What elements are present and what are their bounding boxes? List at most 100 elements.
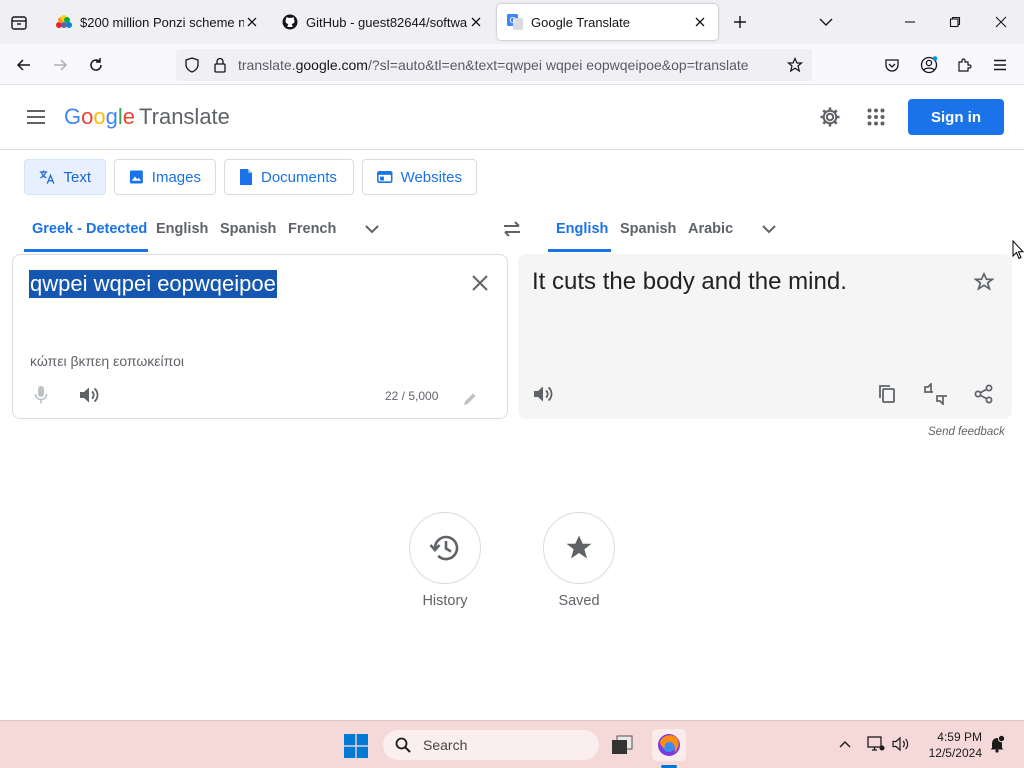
url-text: translate.google.com/?sl=auto&tl=en&text… bbox=[238, 57, 749, 73]
copy-translation-icon[interactable] bbox=[875, 382, 899, 406]
browser-tab-bar: $200 million Ponzi scheme nets GitHub - … bbox=[0, 0, 1024, 44]
close-window-icon[interactable] bbox=[991, 12, 1011, 32]
url-prefix: translate. bbox=[238, 57, 296, 73]
account-icon[interactable] bbox=[916, 52, 942, 78]
tab-list-icon[interactable] bbox=[8, 12, 30, 34]
source-text-input[interactable]: qwpei wqpei eopwqeipoe bbox=[29, 270, 277, 298]
target-lang-english[interactable]: English bbox=[556, 221, 608, 237]
logo-letter: g bbox=[105, 104, 118, 129]
logo-letter: e bbox=[122, 104, 136, 129]
svg-text:G: G bbox=[510, 16, 516, 25]
target-lang-arabic[interactable]: Arabic bbox=[688, 221, 733, 237]
url-path: /?sl=auto&tl=en&text=qwpei wqpei eopwqei… bbox=[367, 57, 749, 73]
taskbar-search-box[interactable]: Search bbox=[383, 730, 599, 760]
tab-ponzi[interactable]: $200 million Ponzi scheme nets bbox=[46, 4, 270, 40]
windows-start-icon[interactable] bbox=[343, 733, 369, 759]
main-menu-icon[interactable] bbox=[24, 105, 48, 129]
listen-translation-speaker-icon[interactable] bbox=[531, 382, 555, 406]
lock-icon[interactable] bbox=[211, 56, 229, 74]
tab-github[interactable]: GitHub - guest82644/software- bbox=[272, 4, 494, 40]
saved-button[interactable] bbox=[543, 512, 615, 584]
back-arrow-icon[interactable] bbox=[11, 52, 37, 78]
close-tab-icon[interactable] bbox=[692, 14, 708, 30]
listen-source-speaker-icon[interactable] bbox=[77, 383, 101, 407]
github-icon bbox=[282, 14, 298, 30]
tracking-shield-icon[interactable] bbox=[183, 56, 201, 74]
new-tab-icon[interactable] bbox=[730, 12, 750, 32]
swap-languages-icon[interactable] bbox=[499, 218, 525, 240]
bookmark-star-icon[interactable] bbox=[786, 56, 804, 74]
restore-window-icon[interactable] bbox=[945, 12, 965, 32]
save-translation-star-icon[interactable] bbox=[972, 270, 996, 294]
tab-title: Google Translate bbox=[531, 14, 631, 30]
logo-letter: G bbox=[64, 104, 82, 129]
reload-icon[interactable] bbox=[83, 52, 109, 78]
tab-google-translate[interactable]: G Google Translate bbox=[497, 4, 718, 40]
list-all-tabs-chevron-down-icon[interactable] bbox=[816, 12, 836, 32]
edit-pencil-icon[interactable] bbox=[460, 389, 480, 409]
taskbar-clock[interactable]: 4:59 PM 12/5/2024 bbox=[920, 729, 982, 761]
history-label: History bbox=[422, 593, 468, 609]
source-lang-spanish[interactable]: Spanish bbox=[220, 221, 276, 237]
google-translate-logo[interactable]: Google Translate bbox=[64, 104, 230, 130]
pocket-icon[interactable] bbox=[879, 52, 905, 78]
target-lang-spanish[interactable]: Spanish bbox=[620, 221, 676, 237]
mouse-cursor-icon bbox=[1011, 239, 1024, 261]
mode-text-button[interactable]: Text bbox=[24, 159, 106, 195]
mode-label: Websites bbox=[400, 168, 462, 186]
windows-taskbar: Search 4:59 PM 12/5/2024 bbox=[0, 720, 1024, 768]
settings-gear-icon[interactable] bbox=[818, 105, 842, 129]
volume-icon[interactable] bbox=[891, 734, 911, 754]
clear-source-text-icon[interactable] bbox=[468, 271, 492, 295]
translate-icon bbox=[39, 170, 55, 184]
source-text-panel[interactable]: qwpei wqpei eopwqeipoe κώπει βκπεη εοπωκ… bbox=[12, 254, 508, 419]
microphone-icon[interactable] bbox=[30, 383, 52, 407]
nbc-peacock-icon bbox=[56, 14, 72, 30]
history-button[interactable] bbox=[409, 512, 481, 584]
document-icon bbox=[240, 169, 252, 185]
apps-grid-icon[interactable] bbox=[864, 105, 888, 129]
mode-label: Text bbox=[63, 168, 91, 186]
show-hidden-icons-chevron-up-icon[interactable] bbox=[836, 735, 854, 753]
close-tab-icon[interactable] bbox=[244, 14, 260, 30]
source-lang-english[interactable]: English bbox=[156, 221, 208, 237]
rate-translation-icon[interactable] bbox=[922, 382, 950, 406]
tab-title: GitHub - guest82644/software- bbox=[306, 14, 468, 30]
logo-letter: o bbox=[81, 104, 94, 129]
mode-images-button[interactable]: Images bbox=[114, 159, 216, 195]
network-icon[interactable] bbox=[866, 734, 886, 754]
translation-output-panel: It cuts the body and the mind. bbox=[518, 254, 1012, 419]
notifications-bell-icon[interactable] bbox=[987, 734, 1007, 754]
character-counter: 22 / 5,000 bbox=[385, 389, 439, 403]
saved-star-icon bbox=[566, 535, 592, 559]
task-view-icon[interactable] bbox=[609, 732, 635, 758]
extensions-puzzle-icon[interactable] bbox=[951, 52, 977, 78]
source-lang-detected[interactable]: Greek - Detected bbox=[32, 221, 147, 237]
target-lang-underline bbox=[548, 249, 611, 252]
sign-in-button[interactable]: Sign in bbox=[908, 99, 1004, 135]
share-translation-icon[interactable] bbox=[972, 382, 996, 406]
source-transliteration: κώπει βκπεη εοπωκείποι bbox=[30, 353, 185, 369]
source-lang-french[interactable]: French bbox=[288, 221, 336, 237]
mode-websites-button[interactable]: Websites bbox=[362, 159, 477, 195]
firefox-taskbar-icon[interactable] bbox=[652, 729, 686, 761]
mode-documents-button[interactable]: Documents bbox=[224, 159, 354, 195]
minimize-window-icon[interactable] bbox=[900, 12, 920, 32]
taskbar-search-label: Search bbox=[423, 737, 468, 753]
url-bar[interactable]: translate.google.com/?sl=auto&tl=en&text… bbox=[176, 49, 812, 81]
source-lang-underline bbox=[24, 249, 148, 252]
tab-title: $200 million Ponzi scheme nets bbox=[80, 14, 244, 30]
translation-text: It cuts the body and the mind. bbox=[532, 268, 847, 295]
more-target-langs-chevron-down-icon[interactable] bbox=[757, 219, 781, 239]
close-tab-icon[interactable] bbox=[468, 14, 484, 30]
search-icon bbox=[395, 737, 411, 753]
more-source-langs-chevron-down-icon[interactable] bbox=[360, 219, 384, 239]
saved-label: Saved bbox=[558, 593, 600, 609]
send-feedback-link[interactable]: Send feedback bbox=[928, 426, 1005, 438]
menu-hamburger-icon[interactable] bbox=[987, 52, 1013, 78]
browser-nav-bar: translate.google.com/?sl=auto&tl=en&text… bbox=[0, 44, 1024, 85]
logo-letter: o bbox=[93, 104, 106, 129]
forward-arrow-icon[interactable] bbox=[47, 52, 73, 78]
mode-label: Documents bbox=[261, 168, 337, 186]
mode-label: Images bbox=[151, 168, 201, 186]
